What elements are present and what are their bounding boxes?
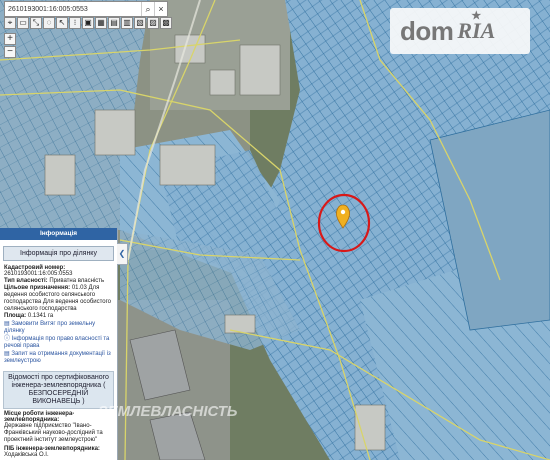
toolbar-tool-0[interactable]: ⌖	[4, 17, 16, 29]
engineer-value: Ходаківська О.І.	[4, 452, 49, 458]
toolbar-tool-1[interactable]: ▭	[17, 17, 29, 29]
logo-dom-text: dom	[400, 15, 454, 46]
area-value: 0.1341 га	[27, 313, 54, 319]
ownership-rights-label: Інформація про право власності та речові…	[4, 336, 110, 349]
ownership-value: Приватна власність	[49, 278, 105, 284]
toolbar-tool-5[interactable]: ⁝	[69, 17, 81, 29]
dom-ria-logo: dom ★ RIA	[390, 8, 530, 54]
toolbar-tool-4[interactable]: ↖	[56, 17, 68, 29]
zoom-in-button[interactable]: +	[4, 33, 16, 45]
logo-ria-text: ★ RIA	[457, 10, 495, 44]
toolbar-tool-3[interactable]: ◌	[43, 17, 55, 29]
zoom-out-button[interactable]: −	[4, 46, 16, 58]
area-label: Площа:	[4, 313, 27, 319]
ownership-label: Тип власності:	[4, 278, 48, 284]
toolbar-tool-12[interactable]: ▩	[160, 17, 172, 29]
order-extract-label: Замовити Витяг про земельну ділянку	[4, 321, 96, 334]
star-icon: ★	[471, 10, 482, 22]
documentation-request-label: Запит на отримання документації із земле…	[4, 351, 111, 364]
toolbar-tool-6[interactable]: ▣	[82, 17, 94, 29]
clear-search-icon[interactable]: ×	[154, 2, 167, 16]
search-icon[interactable]: ⌕	[141, 2, 154, 16]
toolbar-tool-11[interactable]: ▨	[147, 17, 159, 29]
watermark: ЗЕМЛЕВЛАСНІСТЬ	[98, 403, 238, 420]
toolbar-tool-10[interactable]: ▧	[134, 17, 146, 29]
workplace-value: Державне підприємство "Івано-Франківськи…	[4, 423, 103, 443]
collapse-panel-chevron-left-icon[interactable]: ❮	[117, 243, 128, 265]
toolbar-tool-2[interactable]: ⤡	[30, 17, 42, 29]
info-panel: Інформація Інформація про ділянку Кадаст…	[0, 228, 118, 460]
tab-parcel-info[interactable]: Інформація про ділянку	[3, 246, 114, 261]
toolbar-tool-7[interactable]: ▦	[95, 17, 107, 29]
search-value: 2610193001:16:005:0553	[8, 5, 88, 13]
cadastre-search-input[interactable]: 2610193001:16:005:0553 ⌕ ×	[4, 1, 168, 17]
zoom-control: + −	[4, 33, 16, 59]
order-extract-link[interactable]: ▤ Замовити Витяг про земельну ділянку	[4, 321, 117, 335]
purpose-label: Цільове призначення:	[4, 285, 71, 291]
ownership-rights-link[interactable]: ⓘ Інформація про право власності та речо…	[4, 336, 117, 350]
cadastre-value: 2610193001:16:005:0553	[4, 271, 73, 277]
toolbar-tool-8[interactable]: ▤	[108, 17, 120, 29]
toolbar-tool-9[interactable]: ▥	[121, 17, 133, 29]
map-toolbar: ⌖ ▭ ⤡ ◌ ↖ ⁝ ▣ ▦ ▤ ▥ ▧ ▨ ▩	[4, 17, 172, 29]
documentation-request-link[interactable]: ▤ Запит на отримання документації із зем…	[4, 351, 117, 365]
panel-header: Інформація	[0, 228, 117, 240]
